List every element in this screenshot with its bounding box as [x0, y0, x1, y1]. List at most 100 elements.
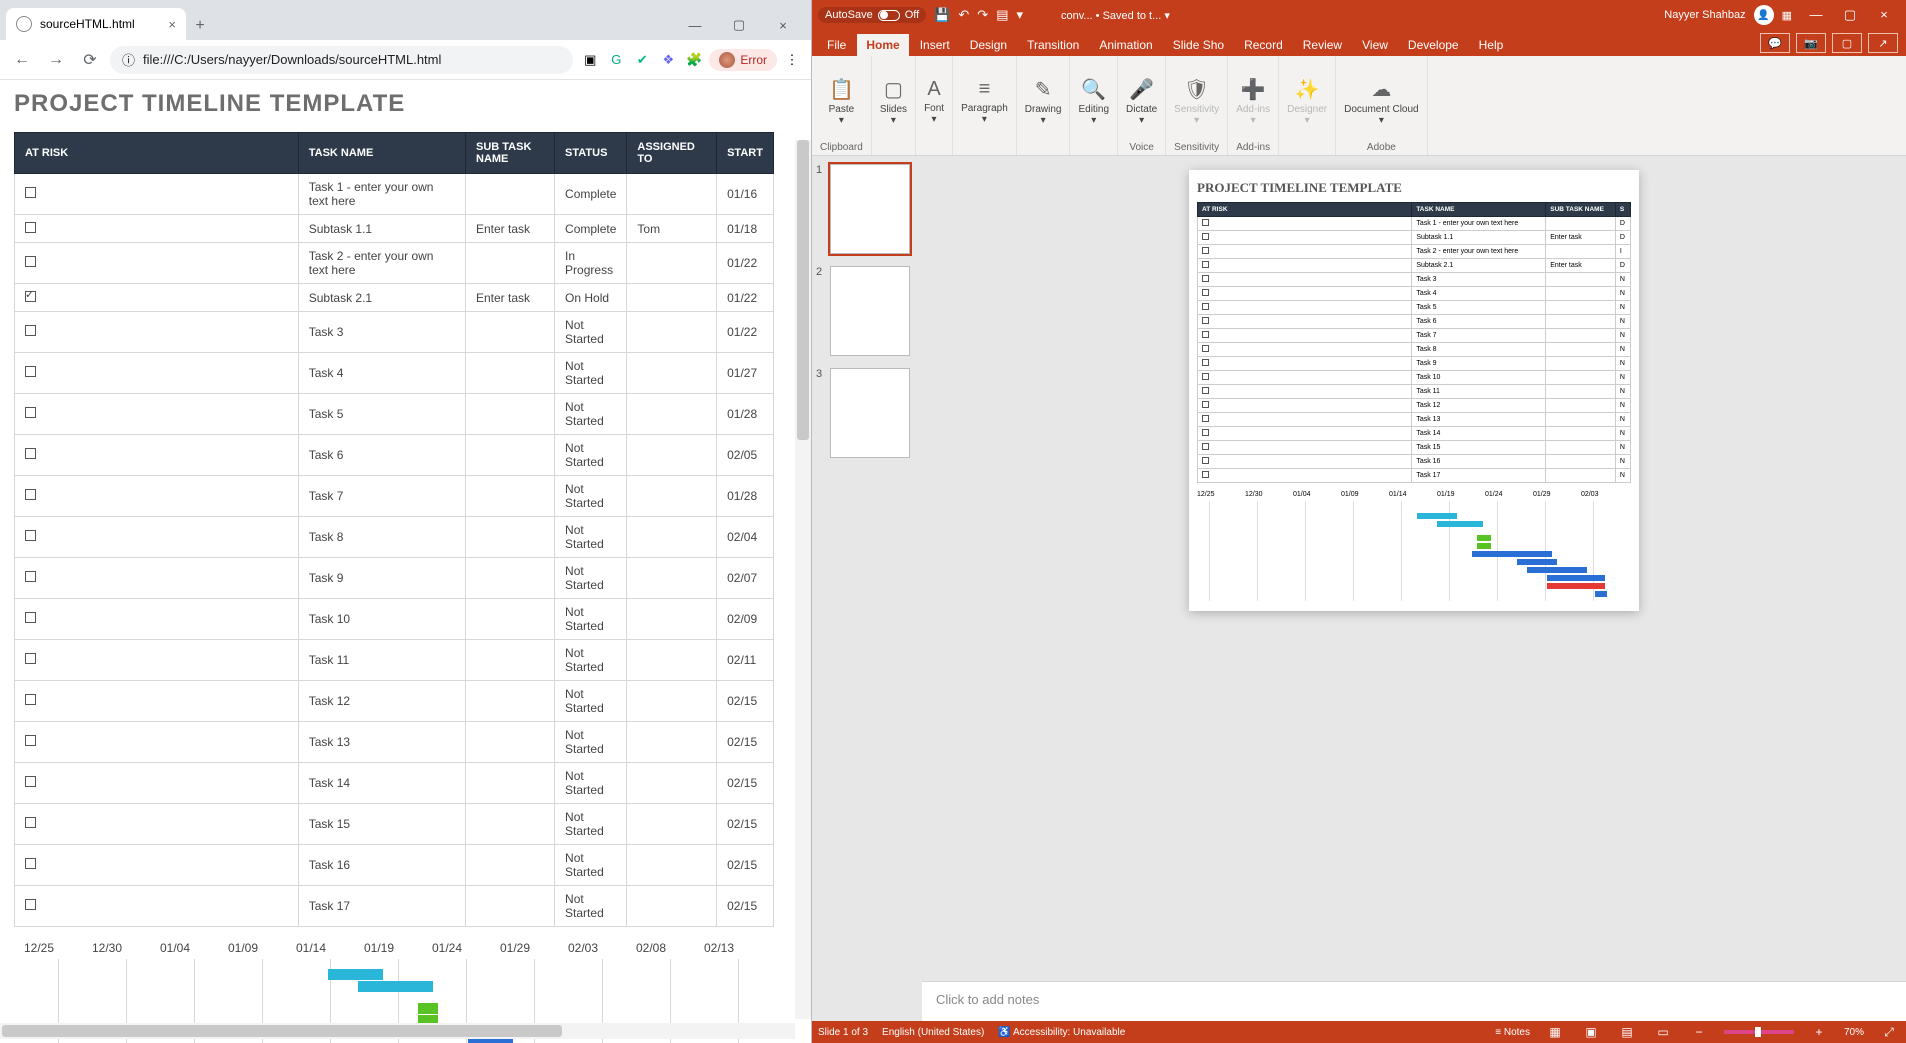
zoom-slider[interactable] — [1724, 1030, 1794, 1034]
checkbox-icon[interactable] — [25, 653, 36, 664]
site-info-icon[interactable]: ⓘ — [122, 50, 135, 69]
zoom-level[interactable]: 70% — [1844, 1027, 1864, 1038]
status-slide[interactable]: Slide 1 of 3 — [818, 1027, 868, 1038]
ribbon-button-editing[interactable]: 🔍Editing▾ — [1078, 60, 1109, 142]
window-close-icon[interactable]: × — [761, 10, 805, 40]
ribbon-tab-file[interactable]: File — [818, 34, 855, 56]
window-minimize-icon[interactable]: — — [1800, 7, 1832, 23]
ribbon-right-icon[interactable]: ▢ — [1832, 33, 1862, 53]
zoom-in-icon[interactable]: + — [1808, 1025, 1830, 1039]
cell-start: 02/15 — [717, 681, 774, 722]
chrome-menu-icon[interactable]: ⋮ — [781, 49, 803, 71]
ribbon-tab-develope[interactable]: Develope — [1399, 34, 1468, 56]
vertical-scrollbar[interactable] — [795, 140, 811, 1019]
profile-error-pill[interactable]: Error — [709, 49, 777, 71]
slide-gantt-chart — [1197, 501, 1631, 601]
ribbon-tab-insert[interactable]: Insert — [911, 34, 959, 56]
ribbon-display-icon[interactable]: ▦ — [1782, 9, 1792, 22]
qat-dropdown-icon[interactable]: ▾ — [1016, 7, 1023, 23]
slideshow-icon[interactable]: ▤ — [996, 7, 1008, 23]
normal-view-icon[interactable]: ▦ — [1544, 1025, 1566, 1039]
extension-icon[interactable]: ❖ — [657, 49, 679, 71]
checkbox-icon[interactable] — [25, 407, 36, 418]
checkbox-icon[interactable] — [25, 489, 36, 500]
window-maximize-icon[interactable]: ▢ — [717, 10, 761, 40]
checkbox-icon[interactable] — [25, 187, 36, 198]
notes-pane[interactable]: Click to add notes — [922, 981, 1906, 1021]
checkbox-icon[interactable] — [25, 858, 36, 869]
undo-icon[interactable]: ↶ — [958, 7, 969, 23]
extension-icon[interactable]: ▣ — [579, 49, 601, 71]
slide-thumbnail-1[interactable]: 1 — [816, 164, 918, 254]
checkbox-icon — [1202, 373, 1209, 380]
ribbon-tab-review[interactable]: Review — [1294, 34, 1351, 56]
save-icon[interactable]: 💾 — [934, 7, 950, 23]
checkbox-icon[interactable] — [25, 325, 36, 336]
ribbon-tab-help[interactable]: Help — [1470, 34, 1513, 56]
extension-icon[interactable]: G — [605, 49, 627, 71]
checkbox-icon[interactable] — [25, 735, 36, 746]
reading-view-icon[interactable]: ▤ — [1616, 1025, 1638, 1039]
window-minimize-icon[interactable]: — — [673, 10, 717, 40]
status-language[interactable]: English (United States) — [882, 1027, 984, 1038]
ribbon-tab-transition[interactable]: Transition — [1018, 34, 1088, 56]
ribbon-tab-record[interactable]: Record — [1235, 34, 1292, 56]
ribbon-tab-view[interactable]: View — [1353, 34, 1397, 56]
user-avatar-icon[interactable]: 👤 — [1754, 5, 1774, 25]
redo-icon[interactable]: ↷ — [977, 7, 988, 23]
ribbon-tab-home[interactable]: Home — [857, 34, 908, 56]
new-tab-button[interactable]: + — [186, 12, 214, 40]
status-notes[interactable]: ≡ Notes — [1495, 1027, 1530, 1038]
ribbon-button-dictate[interactable]: 🎤Dictate▾ — [1126, 60, 1157, 142]
checkbox-icon[interactable] — [25, 448, 36, 459]
checkbox-icon[interactable] — [25, 817, 36, 828]
ribbon-button-paste[interactable]: 📋Paste▾ — [829, 60, 855, 142]
checkbox-icon[interactable] — [25, 571, 36, 582]
checkbox-icon[interactable] — [25, 612, 36, 623]
ribbon-tab-slide sho[interactable]: Slide Sho — [1164, 34, 1233, 56]
sorter-view-icon[interactable]: ▣ — [1580, 1025, 1602, 1039]
horizontal-scrollbar[interactable] — [0, 1023, 795, 1039]
slide-thumbnail-2[interactable]: 2 — [816, 266, 918, 356]
slide-canvas[interactable]: PROJECT TIMELINE TEMPLATE AT RISK TASK N… — [922, 156, 1906, 981]
checkbox-icon[interactable] — [25, 291, 36, 302]
checkbox-icon[interactable] — [25, 694, 36, 705]
zoom-out-icon[interactable]: − — [1688, 1025, 1710, 1039]
ribbon-button-document cloud[interactable]: ☁Document Cloud▾ — [1344, 60, 1418, 142]
autosave-toggle[interactable]: AutoSave Off — [818, 7, 926, 23]
checkbox-icon[interactable] — [25, 366, 36, 377]
ribbon-right-icon[interactable]: 📷 — [1796, 33, 1826, 53]
checkbox-icon[interactable] — [25, 222, 36, 233]
ribbon-button-slides[interactable]: ▢Slides▾ — [880, 60, 907, 142]
browser-tab[interactable]: sourceHTML.html × — [6, 8, 186, 40]
toggle-off-icon[interactable] — [878, 10, 900, 21]
scrollbar-thumb[interactable] — [797, 140, 809, 440]
cell-sub — [466, 394, 555, 435]
ribbon-right-icon[interactable]: ↗ — [1868, 33, 1898, 53]
tab-close-icon[interactable]: × — [168, 17, 176, 32]
ribbon-button-paragraph[interactable]: ≡Paragraph▾ — [961, 60, 1008, 142]
extensions-menu-icon[interactable]: 🧩 — [683, 49, 705, 71]
checkbox-icon[interactable] — [25, 256, 36, 267]
checkbox-icon[interactable] — [25, 776, 36, 787]
back-button[interactable]: ← — [8, 46, 36, 74]
scrollbar-thumb[interactable] — [2, 1025, 562, 1037]
ribbon-button-font[interactable]: AFont▾ — [924, 60, 944, 142]
address-bar[interactable]: ⓘ file:///C:/Users/nayyer/Downloads/sour… — [110, 46, 573, 74]
ribbon-right-icon[interactable]: 💬 — [1760, 33, 1790, 53]
checkbox-icon[interactable] — [25, 530, 36, 541]
checkbox-icon[interactable] — [25, 899, 36, 910]
extension-icon[interactable]: ✔ — [631, 49, 653, 71]
ribbon-tab-design[interactable]: Design — [961, 34, 1016, 56]
window-close-icon[interactable]: × — [1868, 7, 1900, 23]
slide-thumbnail-3[interactable]: 3 — [816, 368, 918, 458]
window-maximize-icon[interactable]: ▢ — [1834, 7, 1866, 23]
forward-button[interactable]: → — [42, 46, 70, 74]
reload-button[interactable]: ⟳ — [76, 46, 104, 74]
document-name[interactable]: conv... • Saved to t... ▾ — [1061, 9, 1170, 22]
status-accessibility[interactable]: ♿ Accessibility: Unavailable — [998, 1027, 1125, 1038]
ribbon-tab-animation[interactable]: Animation — [1090, 34, 1161, 56]
fit-window-icon[interactable]: ⤢ — [1878, 1025, 1900, 1040]
slideshow-view-icon[interactable]: ▭ — [1652, 1025, 1674, 1039]
ribbon-button-drawing[interactable]: ✎Drawing▾ — [1025, 60, 1062, 142]
